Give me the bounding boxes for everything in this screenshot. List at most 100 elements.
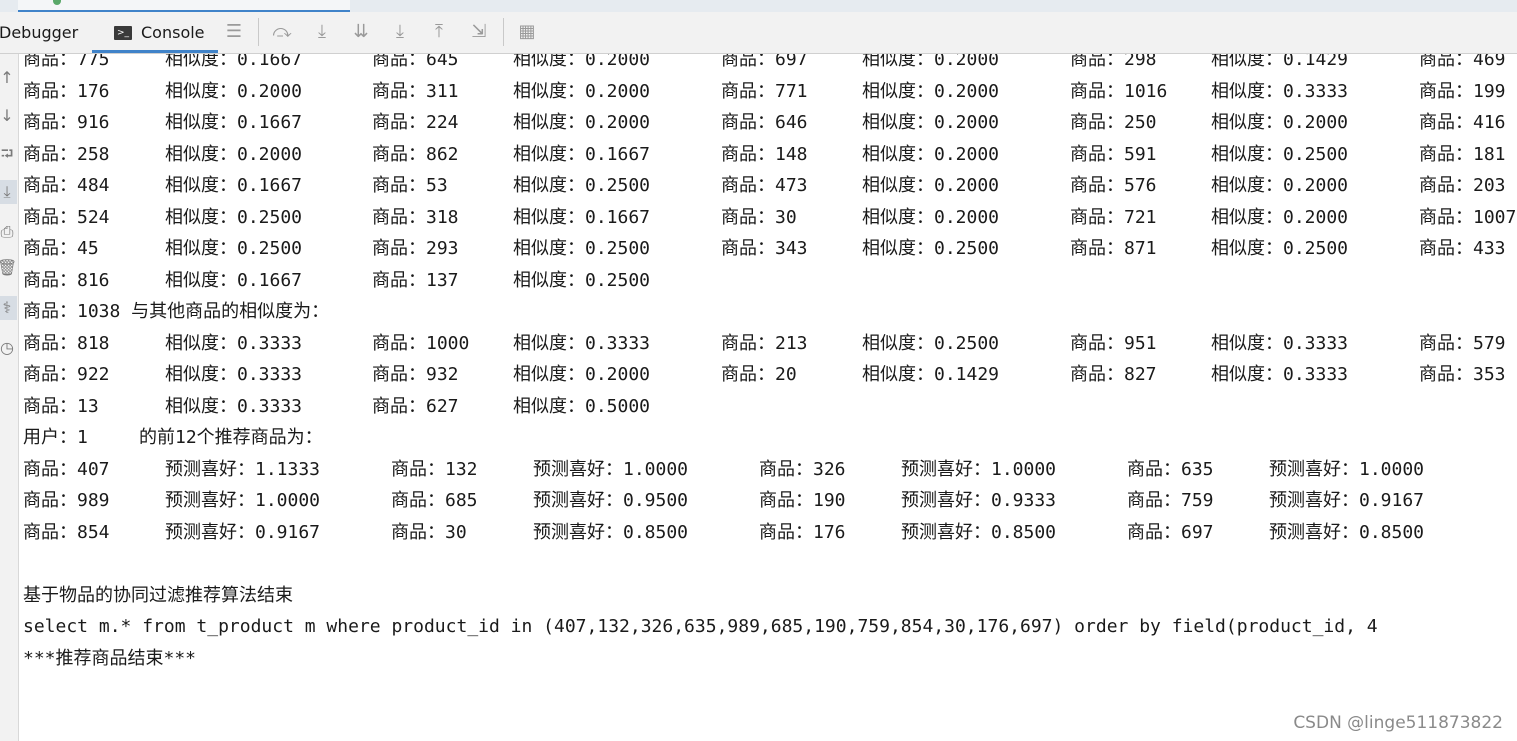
- score-value: 相似度：0.5000: [513, 395, 651, 417]
- score-value: 相似度：0.2500: [862, 238, 1000, 259]
- product-id: 商品：775: [23, 54, 110, 70]
- product-id: 商品：298: [1070, 54, 1157, 70]
- score-value: 预测喜好：1.1333: [165, 458, 321, 480]
- product-id: 商品：989: [23, 490, 110, 511]
- product-id: 商品：645: [372, 54, 459, 70]
- console-text: select m.* from t_product m where produc…: [23, 616, 1378, 637]
- score-value: 预测喜好：1.0000: [533, 458, 689, 480]
- product-id: 商品：771: [721, 80, 808, 102]
- product-id: 商品：932: [372, 364, 459, 385]
- product-id: 商品：132: [391, 458, 478, 480]
- product-id: 商品：697: [1127, 521, 1214, 543]
- score-value: 相似度：0.1429: [862, 364, 1000, 385]
- score-value: 相似度：0.2000: [513, 54, 651, 70]
- product-id: 商品：203: [1419, 175, 1506, 196]
- score-value: 相似度：0.2000: [165, 143, 303, 165]
- product-id: 商品：871: [1070, 238, 1157, 259]
- score-value: 预测喜好：0.9500: [533, 490, 689, 511]
- step-into-my-code-icon[interactable]: ⤓: [388, 20, 412, 44]
- score-value: 预测喜好：0.8500: [901, 521, 1057, 543]
- product-id: 商品：293: [372, 238, 459, 259]
- score-value: 相似度：0.3333: [165, 332, 303, 354]
- score-value: 预测喜好：1.0000: [901, 458, 1057, 480]
- product-id: 商品：591: [1070, 143, 1157, 165]
- show-execution-point-icon[interactable]: ⤼: [270, 20, 294, 44]
- console-text: 的前12个推荐商品为：: [139, 427, 323, 448]
- product-id: 商品：697: [721, 54, 808, 70]
- active-window-tab[interactable]: [18, 0, 350, 12]
- product-id: 商品：224: [372, 112, 459, 133]
- product-id: 商品：1007: [1419, 206, 1517, 228]
- product-id: 商品：353: [1419, 364, 1506, 385]
- score-value: 相似度：0.1667: [165, 269, 303, 291]
- product-id: 商品：862: [372, 143, 459, 165]
- product-id: 商品：407: [23, 458, 110, 480]
- product-id: 商品：258: [23, 143, 110, 165]
- product-id: 商品：416: [1419, 112, 1506, 133]
- product-id: 商品：343: [721, 238, 808, 259]
- score-value: 相似度：0.3333: [1211, 332, 1349, 354]
- watermark: CSDN @linge511873822: [1293, 713, 1503, 733]
- scroll-down-icon[interactable]: ↓: [0, 104, 17, 128]
- product-id: 商品：181: [1419, 143, 1506, 165]
- score-value: 相似度：0.2500: [862, 332, 1000, 354]
- score-value: 相似度：0.3333: [165, 395, 303, 417]
- product-id: 商品：484: [23, 175, 110, 196]
- score-value: 预测喜好：0.8500: [1269, 521, 1425, 543]
- score-value: 相似度：0.2500: [513, 175, 651, 196]
- score-value: 相似度：0.2500: [513, 269, 651, 291]
- product-id: 商品：827: [1070, 364, 1157, 385]
- clear-all-icon[interactable]: 🗑: [0, 256, 17, 280]
- product-id: 商品：30: [721, 206, 797, 228]
- score-value: 预测喜好：0.9333: [901, 490, 1057, 511]
- scroll-to-end-icon[interactable]: ⤓: [0, 180, 17, 204]
- console-side-toolbar: ↑ ↓ ⮒ ⤓ ⎙ 🗑 ⚕ ◷: [0, 54, 19, 741]
- console-text: ***推荐商品结束***: [23, 647, 197, 669]
- score-value: 相似度：0.2000: [1211, 206, 1349, 228]
- product-id: 商品：854: [23, 521, 110, 543]
- product-id: 商品：137: [372, 269, 459, 291]
- console-text: 商品：1038 与其他商品的相似度为：: [23, 301, 330, 322]
- score-value: 相似度：0.2000: [862, 112, 1000, 133]
- step-over-icon[interactable]: ⤓: [310, 20, 334, 44]
- score-value: 相似度：0.2500: [513, 238, 651, 259]
- product-id: 商品：45: [23, 238, 99, 259]
- score-value: 相似度：0.1667: [513, 143, 651, 165]
- score-value: 相似度：0.2000: [862, 206, 1000, 228]
- debug-toolbar: Debugger >_ Console ☰ ⤼ ⤓ ⇊ ⤓ ⤒ ⇲ ▦: [0, 12, 1517, 54]
- evaluate-expression-icon[interactable]: ▦: [515, 20, 539, 44]
- product-id: 商品：1000: [372, 332, 470, 354]
- score-value: 相似度：0.1667: [165, 54, 303, 70]
- menu-icon[interactable]: ☰: [222, 20, 246, 44]
- score-value: 相似度：0.2500: [165, 238, 303, 259]
- toolbar-separator: [258, 18, 259, 46]
- run-to-cursor-icon[interactable]: ⇲: [467, 20, 491, 44]
- score-value: 相似度：0.2000: [862, 80, 1000, 102]
- product-id: 商品：176: [759, 521, 846, 543]
- history-icon[interactable]: ◷: [0, 336, 17, 360]
- step-out-icon[interactable]: ⤒: [427, 20, 451, 44]
- tab-debugger[interactable]: Debugger: [0, 12, 78, 53]
- score-value: 相似度：0.3333: [165, 364, 303, 385]
- soft-wrap-icon[interactable]: ⮒: [0, 142, 17, 166]
- product-id: 商品：1016: [1070, 80, 1168, 102]
- tab-console[interactable]: >_ Console: [92, 12, 218, 53]
- product-id: 商品：20: [721, 364, 797, 385]
- scroll-up-icon[interactable]: ↑: [0, 66, 17, 90]
- score-value: 相似度：0.2000: [1211, 112, 1349, 133]
- product-id: 商品：759: [1127, 490, 1214, 511]
- score-value: 相似度：0.3333: [1211, 364, 1349, 385]
- product-id: 商品：818: [23, 332, 110, 354]
- product-id: 商品：318: [372, 206, 459, 228]
- product-id: 商品：213: [721, 332, 808, 354]
- print-icon[interactable]: ⎙: [0, 220, 17, 244]
- score-value: 预测喜好：0.9167: [165, 521, 321, 543]
- product-id: 商品：579: [1419, 332, 1506, 354]
- score-value: 相似度：0.2500: [1211, 238, 1349, 259]
- python-console-icon[interactable]: ⚕: [0, 296, 17, 320]
- step-into-icon[interactable]: ⇊: [349, 20, 373, 44]
- score-value: 相似度：0.2000: [862, 54, 1000, 70]
- toolbar-separator: [503, 18, 504, 46]
- console-output[interactable]: 商品：775 相似度：0.1667 商品：645 相似度：0.2000 商品：697 相似…: [23, 54, 1517, 741]
- score-value: 相似度：0.2000: [165, 80, 303, 102]
